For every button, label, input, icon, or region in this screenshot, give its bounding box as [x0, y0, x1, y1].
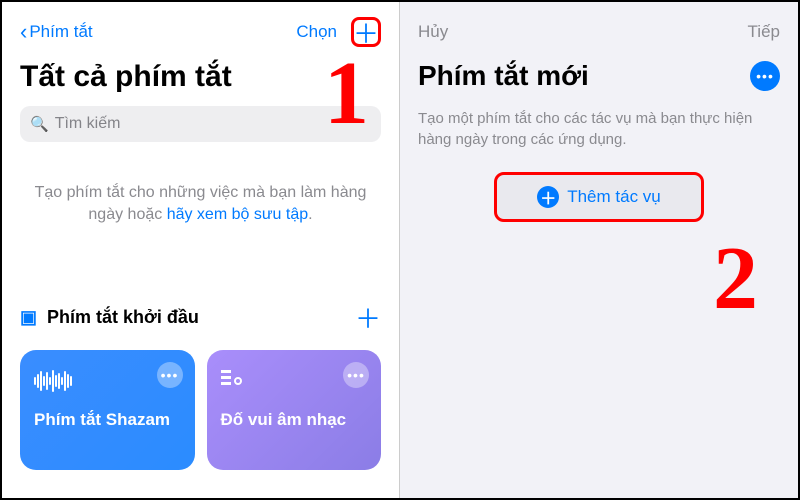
- nav-actions: Chọn ＋: [296, 17, 381, 47]
- add-action-label: Thêm tác vụ: [567, 187, 661, 207]
- collection-add-button[interactable]: ＋: [355, 299, 381, 336]
- shortcut-cards: ••• Phím tắt Shazam ••• Đố vui âm nhạc: [20, 350, 381, 470]
- collection-header: ▣ Phím tắt khởi đầu ＋: [20, 299, 381, 336]
- plus-icon: ＋: [353, 14, 379, 51]
- select-button[interactable]: Chọn: [296, 22, 337, 42]
- page-title: Phím tắt mới: [418, 60, 589, 92]
- empty-hint: Tạo phím tắt cho những việc mà bạn làm h…: [20, 182, 381, 227]
- shortcuts-list-screen: ‹ Phím tắt Chọn ＋ Tất cả phím tắt 🔍 Tìm …: [2, 2, 400, 498]
- card-more-button[interactable]: •••: [157, 362, 183, 388]
- new-shortcut-screen: Hủy Tiếp Phím tắt mới ••• Tạo một phím t…: [400, 2, 798, 498]
- back-label: Phím tắt: [29, 22, 92, 42]
- cancel-button[interactable]: Hủy: [418, 22, 448, 42]
- add-action-button[interactable]: ＋ Thêm tác vụ: [494, 172, 704, 222]
- hint-suffix: .: [308, 206, 312, 223]
- collection-title-group[interactable]: ▣ Phím tắt khởi đầu: [20, 307, 199, 328]
- annotation-step-2: 2: [713, 227, 758, 330]
- description-text: Tạo một phím tắt cho các tác vụ mà bạn t…: [418, 108, 780, 150]
- nav-bar: ‹ Phím tắt Chọn ＋: [20, 12, 381, 52]
- more-options-button[interactable]: •••: [750, 61, 780, 91]
- card-label: Phím tắt Shazam: [34, 410, 181, 430]
- next-button[interactable]: Tiếp: [748, 22, 780, 42]
- gallery-link[interactable]: hãy xem bộ sưu tập: [167, 206, 308, 223]
- search-placeholder: Tìm kiếm: [55, 115, 121, 133]
- back-button[interactable]: ‹ Phím tắt: [20, 19, 93, 45]
- page-title: Tất cả phím tắt: [20, 60, 381, 94]
- ellipsis-icon: •••: [756, 68, 774, 84]
- search-input[interactable]: 🔍 Tìm kiếm: [20, 106, 381, 142]
- card-label: Đố vui âm nhạc: [221, 410, 368, 430]
- search-icon: 🔍: [30, 115, 49, 133]
- add-shortcut-button[interactable]: ＋: [351, 17, 381, 47]
- shortcut-card-shazam[interactable]: ••• Phím tắt Shazam: [20, 350, 195, 470]
- plus-circle-icon: ＋: [537, 186, 559, 208]
- card-more-button[interactable]: •••: [343, 362, 369, 388]
- nav-bar: Hủy Tiếp: [418, 12, 780, 52]
- folder-icon: ▣: [20, 307, 37, 328]
- title-row: Phím tắt mới •••: [418, 60, 780, 92]
- collection-title: Phím tắt khởi đầu: [47, 307, 199, 328]
- chevron-left-icon: ‹: [20, 19, 27, 45]
- shortcut-card-music-quiz[interactable]: ••• Đố vui âm nhạc: [207, 350, 382, 470]
